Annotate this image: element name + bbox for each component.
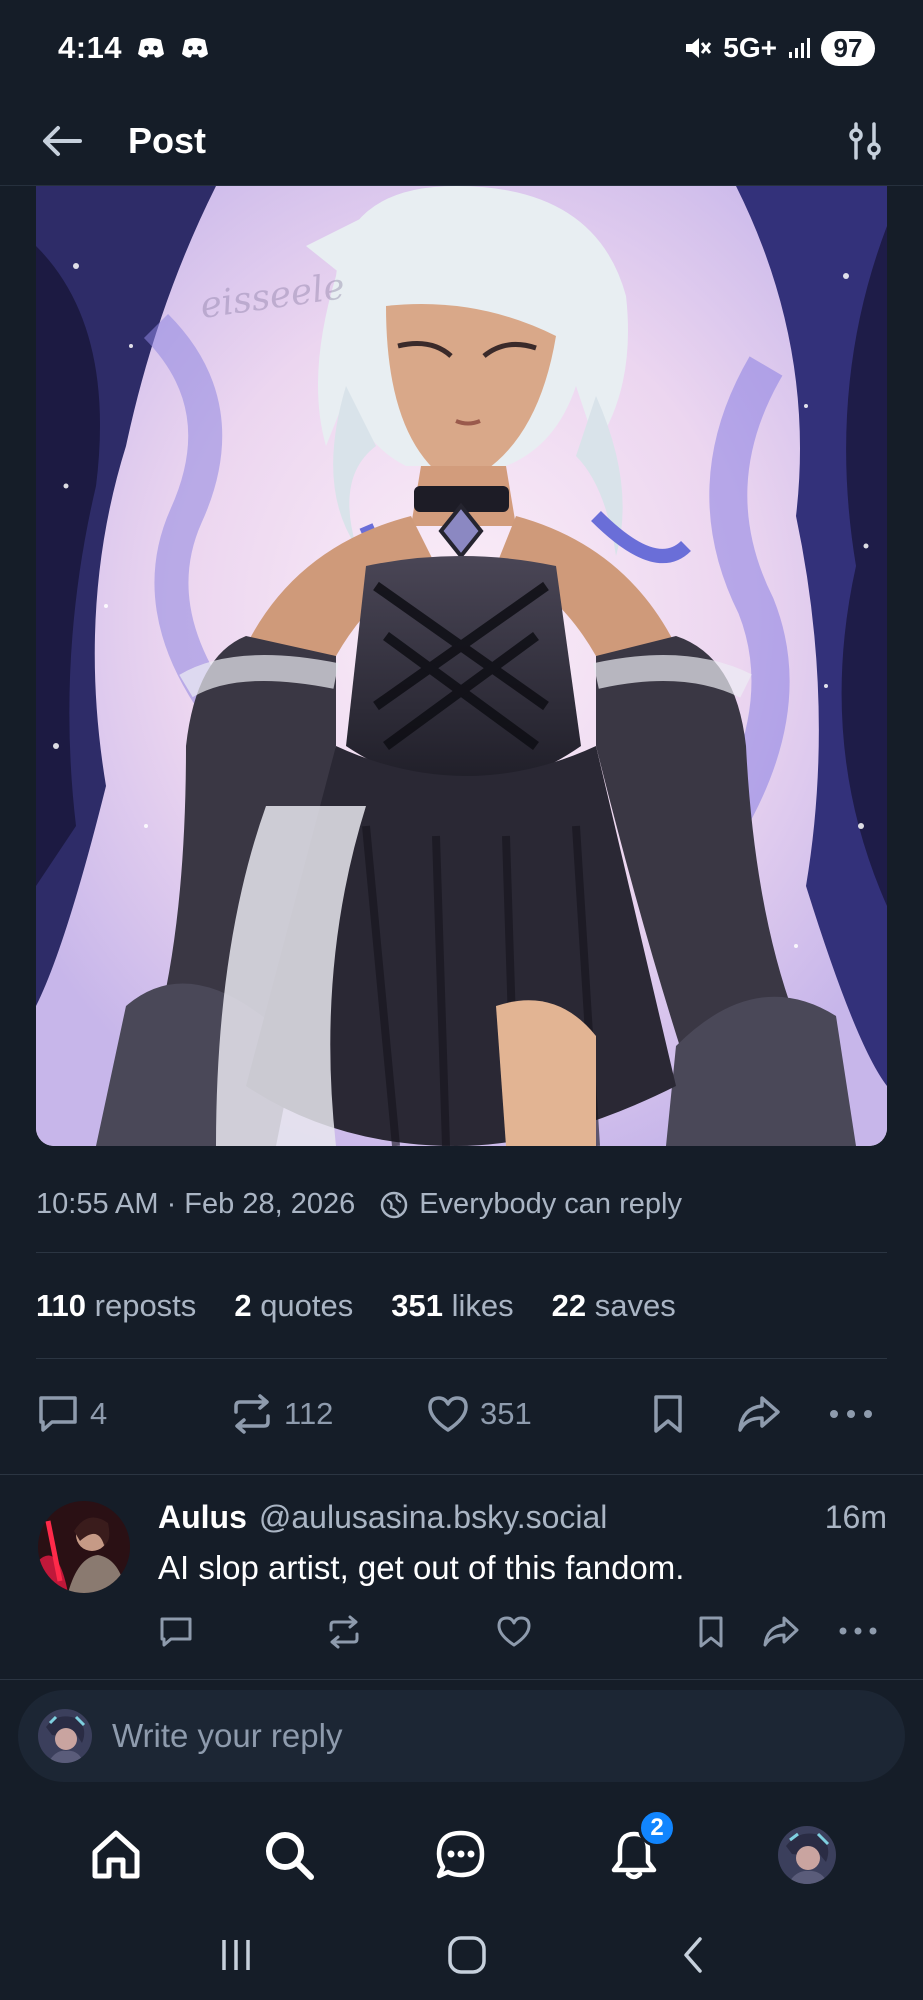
filter-settings-icon[interactable] bbox=[847, 121, 883, 161]
share-arrow-icon bbox=[736, 1394, 782, 1434]
heart-icon bbox=[496, 1615, 532, 1649]
mute-icon bbox=[683, 34, 713, 62]
reply-actions bbox=[158, 1615, 888, 1665]
heart-icon bbox=[426, 1394, 470, 1434]
tab-search[interactable] bbox=[249, 1815, 329, 1895]
discord-icon bbox=[136, 36, 166, 60]
page-title: Post bbox=[128, 119, 207, 161]
tab-chat[interactable] bbox=[421, 1815, 501, 1895]
like-count: 351 bbox=[480, 1396, 532, 1431]
post-meta: 10:55 AM · Feb 28, 2026 Everybody can re… bbox=[36, 1188, 682, 1221]
reply-repost-button[interactable] bbox=[326, 1615, 362, 1649]
tab-home[interactable] bbox=[76, 1815, 156, 1895]
quotes-stat[interactable]: 2 quotes bbox=[234, 1288, 353, 1324]
reposts-stat[interactable]: 110 reposts bbox=[36, 1288, 196, 1324]
reply-setting[interactable]: Everybody can reply bbox=[419, 1188, 682, 1221]
tab-notifications[interactable]: 2 bbox=[594, 1809, 677, 1895]
more-dots-icon bbox=[838, 1625, 878, 1637]
more-options-button[interactable] bbox=[828, 1407, 874, 1421]
post-stats: 110 reposts 2 quotes 351 likes 22 saves bbox=[36, 1288, 676, 1324]
reply-share-button[interactable] bbox=[762, 1615, 800, 1649]
reply-setting-globe-icon bbox=[379, 1190, 409, 1220]
reply-handle[interactable]: @aulusasina.bsky.social bbox=[259, 1499, 825, 1536]
battery-level: 97 bbox=[821, 30, 875, 66]
discord-icon bbox=[180, 36, 210, 60]
bookmark-icon bbox=[650, 1393, 686, 1435]
system-nav-bar bbox=[0, 1910, 923, 2000]
post-image[interactable]: eisseele bbox=[36, 186, 887, 1146]
saves-stat[interactable]: 22 saves bbox=[552, 1288, 676, 1324]
comment-icon bbox=[158, 1615, 194, 1649]
chat-bubble-icon bbox=[434, 1828, 488, 1882]
more-dots-icon bbox=[828, 1407, 874, 1421]
reply-bookmark-button[interactable] bbox=[696, 1615, 726, 1649]
home-circle-icon[interactable] bbox=[447, 1935, 487, 1975]
header: Post bbox=[0, 96, 923, 186]
reply-button[interactable]: 4 bbox=[36, 1393, 107, 1435]
post-actions: 4 112 351 bbox=[36, 1384, 887, 1444]
back-arrow-icon[interactable] bbox=[40, 123, 84, 159]
network-type: 5G+ bbox=[723, 32, 777, 63]
reply-input[interactable] bbox=[112, 1717, 885, 1755]
back-chevron-icon[interactable] bbox=[678, 1935, 708, 1975]
repost-button[interactable]: 112 bbox=[230, 1394, 333, 1434]
reply-composer[interactable] bbox=[18, 1690, 905, 1782]
bookmark-icon bbox=[696, 1615, 726, 1649]
post-timestamp: 10:55 AM · Feb 28, 2026 bbox=[36, 1188, 356, 1220]
comment-icon bbox=[36, 1393, 80, 1435]
status-bar: 4:14 5G+ 97 bbox=[0, 0, 923, 96]
search-icon bbox=[262, 1828, 316, 1882]
home-icon bbox=[89, 1828, 143, 1882]
divider bbox=[36, 1252, 887, 1253]
like-button[interactable]: 351 bbox=[426, 1394, 532, 1434]
reply-reply-button[interactable] bbox=[158, 1615, 194, 1649]
reply-time: 16m bbox=[824, 1499, 887, 1535]
repost-count: 112 bbox=[284, 1396, 334, 1431]
reply-author[interactable]: Aulus bbox=[158, 1499, 247, 1536]
repost-icon bbox=[230, 1394, 274, 1434]
recent-apps-icon[interactable] bbox=[216, 1938, 256, 1972]
share-button[interactable] bbox=[736, 1394, 782, 1434]
tab-profile[interactable] bbox=[767, 1815, 847, 1895]
avatar bbox=[777, 1826, 836, 1884]
signal-icon bbox=[787, 36, 811, 60]
tab-bar: 2 bbox=[0, 1800, 923, 1910]
reply-count: 4 bbox=[90, 1396, 108, 1431]
reply-header: Aulus @aulusasina.bsky.social 16m bbox=[158, 1499, 887, 1536]
avatar[interactable] bbox=[38, 1501, 130, 1593]
bookmark-button[interactable] bbox=[650, 1393, 686, 1435]
reply-text: AI slop artist, get out of this fandom. bbox=[158, 1549, 685, 1586]
repost-icon bbox=[326, 1615, 362, 1649]
reply-more-button[interactable] bbox=[838, 1625, 878, 1637]
avatar bbox=[38, 1709, 92, 1763]
notifications-badge: 2 bbox=[638, 1809, 677, 1847]
likes-stat[interactable]: 351 likes bbox=[391, 1288, 513, 1324]
divider bbox=[36, 1358, 887, 1359]
status-time: 4:14 bbox=[58, 30, 123, 65]
reply-like-button[interactable] bbox=[496, 1615, 532, 1649]
share-arrow-icon bbox=[762, 1615, 800, 1649]
reply-post[interactable]: Aulus @aulusasina.bsky.social 16m AI slo… bbox=[0, 1474, 923, 1680]
